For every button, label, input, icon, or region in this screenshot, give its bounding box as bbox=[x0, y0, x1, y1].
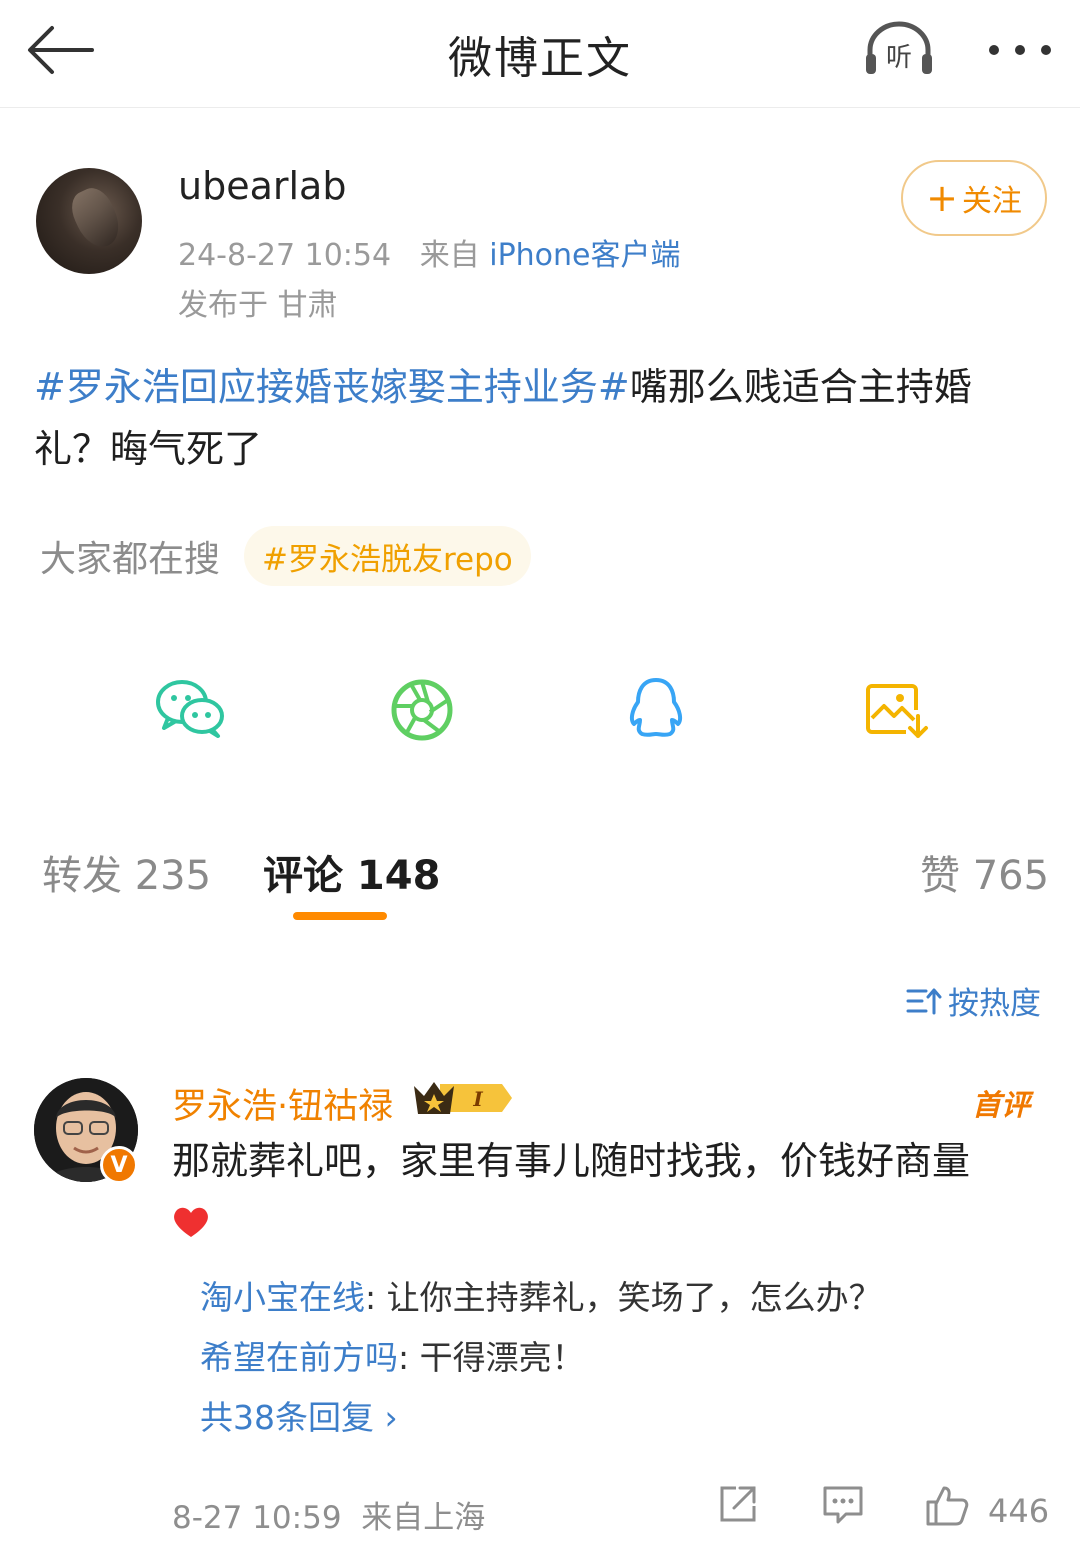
moments-icon[interactable] bbox=[382, 670, 462, 750]
verified-badge-icon: V bbox=[100, 1146, 138, 1184]
comment-location: 来自上海 bbox=[361, 1500, 486, 1536]
more-options-icon[interactable] bbox=[984, 26, 1056, 74]
save-image-icon[interactable] bbox=[856, 670, 936, 750]
author-avatar[interactable] bbox=[36, 168, 142, 274]
reply-author[interactable]: 希望在前方吗 bbox=[200, 1338, 398, 1377]
trending-label: 大家都在搜 bbox=[40, 539, 221, 580]
trending-search-row: 大家都在搜 #罗永浩脱友repo bbox=[40, 526, 531, 586]
heart-emoji-icon bbox=[174, 1207, 208, 1237]
tab-like[interactable]: 赞 765 bbox=[920, 843, 1049, 901]
plus-icon: + bbox=[926, 176, 958, 220]
reply-row[interactable]: 希望在前方吗: 干得漂亮！ bbox=[200, 1328, 882, 1388]
interaction-tabs: 转发 235 评论 148 赞 765 bbox=[0, 835, 1080, 935]
source-prefix: 来自 bbox=[419, 238, 480, 273]
post-topic-link[interactable]: #罗永浩回应接婚丧嫁娶主持业务# bbox=[34, 365, 630, 409]
post-meta: 24-8-27 10:54 来自 iPhone客户端 bbox=[178, 230, 681, 274]
wechat-icon[interactable] bbox=[150, 670, 230, 750]
like-thumb-icon[interactable] bbox=[924, 1482, 970, 1528]
comment-footer: 8-27 10:59 来自上海 446 bbox=[0, 1482, 1080, 1542]
comment-text: 那就葬礼吧，家里有事儿随时找我，价钱好商量 bbox=[172, 1132, 1052, 1248]
comment-meta: 8-27 10:59 来自上海 bbox=[172, 1492, 485, 1537]
author-name[interactable]: ubearlab bbox=[178, 164, 346, 208]
tab-repost[interactable]: 转发 235 bbox=[42, 843, 211, 901]
sort-toggle[interactable]: 按热度 bbox=[906, 978, 1041, 1023]
reply-comment-icon[interactable] bbox=[820, 1482, 866, 1526]
qq-icon[interactable] bbox=[616, 670, 696, 750]
post-source-link[interactable]: iPhone客户端 bbox=[489, 238, 680, 273]
vip-level: I bbox=[472, 1087, 483, 1111]
listen-label: 听 bbox=[886, 43, 912, 73]
sort-icon bbox=[906, 988, 942, 1014]
comment-time: 8-27 10:59 bbox=[172, 1500, 342, 1536]
comment-body: 那就葬礼吧，家里有事儿随时找我，价钱好商量 bbox=[172, 1139, 971, 1183]
follow-button[interactable]: + 关注 bbox=[901, 160, 1047, 236]
commenter-name[interactable]: 罗永浩·钮祜禄 bbox=[172, 1078, 393, 1129]
post-author: ubearlab 24-8-27 10:54 来自 iPhone客户端 发布于 … bbox=[0, 150, 1080, 330]
like-count: 446 bbox=[988, 1492, 1050, 1530]
active-tab-indicator bbox=[293, 912, 387, 920]
sort-label: 按热度 bbox=[948, 986, 1041, 1022]
vip-crown-badge-icon: I bbox=[414, 1082, 512, 1114]
top-nav-bar: 微博正文 听 bbox=[0, 0, 1080, 108]
share-bar bbox=[0, 670, 1080, 750]
reply-text: : 让你主持葬礼，笑场了，怎么办？ bbox=[365, 1278, 882, 1317]
reply-text: : 干得漂亮！ bbox=[398, 1338, 585, 1377]
trending-tag[interactable]: #罗永浩脱友repo bbox=[244, 526, 531, 586]
listen-headphones-icon[interactable]: 听 bbox=[862, 20, 936, 80]
first-comment-badge: 首评 bbox=[972, 1088, 1031, 1122]
reply-preview: 淘小宝在线: 让你主持葬礼，笑场了，怎么办？ 希望在前方吗: 干得漂亮！ 共38… bbox=[200, 1268, 882, 1448]
view-all-replies-link[interactable]: 共38条回复 › bbox=[200, 1388, 882, 1448]
reply-author[interactable]: 淘小宝在线 bbox=[200, 1278, 365, 1317]
post-content: #罗永浩回应接婚丧嫁娶主持业务#嘴那么贱适合主持婚礼？晦气死了 bbox=[34, 356, 1046, 480]
reply-row[interactable]: 淘小宝在线: 让你主持葬礼，笑场了，怎么办？ bbox=[200, 1268, 882, 1328]
post-time: 24-8-27 10:54 bbox=[178, 238, 392, 273]
tab-comment[interactable]: 评论 148 bbox=[263, 843, 440, 901]
post-location: 发布于 甘肃 bbox=[178, 288, 338, 323]
follow-label: 关注 bbox=[961, 184, 1022, 219]
share-comment-icon[interactable] bbox=[716, 1482, 760, 1526]
